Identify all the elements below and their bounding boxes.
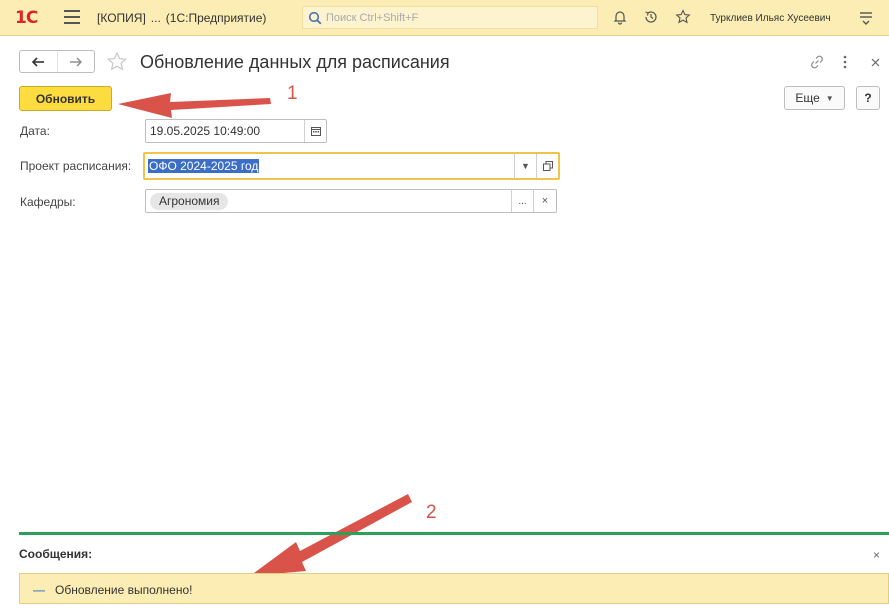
- chevron-down-icon[interactable]: ▼: [514, 154, 536, 178]
- date-label: Дата:: [20, 124, 50, 138]
- global-search[interactable]: [302, 6, 598, 29]
- star-icon[interactable]: [106, 51, 128, 73]
- more-vertical-icon[interactable]: [838, 52, 852, 72]
- bell-icon[interactable]: [612, 9, 630, 27]
- app-window: 1C [КОПИЯ]... (1С:Предприятие) Турклиев И…: [0, 0, 889, 611]
- search-icon: [308, 11, 322, 25]
- app-title: [КОПИЯ]... (1С:Предприятие): [97, 11, 266, 25]
- app-logo[interactable]: 1C: [15, 8, 38, 28]
- date-field[interactable]: 19.05.2025 10:49:00: [145, 119, 327, 143]
- logo-text: 1C: [15, 8, 38, 28]
- project-label: Проект расписания:: [20, 159, 132, 173]
- user-name[interactable]: Турклиев Ильяс Хусеевич: [710, 13, 831, 24]
- message-text: Обновление выполнено!: [55, 583, 193, 597]
- back-arrow-icon: [32, 56, 45, 67]
- title-copy: [КОПИЯ]: [97, 11, 146, 25]
- message-dash-icon: —: [33, 583, 45, 597]
- forward-arrow-icon: [69, 57, 82, 66]
- search-input[interactable]: [326, 9, 591, 26]
- back-button[interactable]: [20, 51, 57, 72]
- chevron-down-icon: ▼: [825, 93, 834, 103]
- project-field[interactable]: ОФО 2024-2025 год ▼: [143, 152, 560, 180]
- messages-divider: [19, 532, 889, 535]
- clear-button[interactable]: ×: [533, 190, 556, 212]
- title-app: (1С:Предприятие): [165, 11, 267, 25]
- navigation-buttons: [19, 50, 95, 73]
- date-value: 19.05.2025 10:49:00: [150, 124, 261, 138]
- departments-field[interactable]: Агрономия ... ×: [145, 189, 557, 213]
- more-button-label: Еще: [795, 91, 820, 105]
- more-button[interactable]: Еще ▼: [784, 86, 845, 110]
- annotation-arrow-2: [250, 494, 412, 576]
- message-item[interactable]: — Обновление выполнено!: [19, 573, 889, 604]
- history-icon[interactable]: [643, 9, 661, 27]
- open-form-icon[interactable]: [536, 154, 558, 178]
- annotation-arrow-1: [118, 93, 271, 118]
- settings-menu-icon[interactable]: [858, 10, 876, 28]
- annotation-number-1: 1: [287, 83, 298, 104]
- page-title: Обновление данных для расписания: [140, 52, 450, 72]
- annotation-arrows: [118, 93, 412, 576]
- annotation-number-2: 2: [426, 502, 437, 523]
- link-icon[interactable]: [808, 52, 826, 72]
- update-button[interactable]: Обновить: [19, 86, 112, 111]
- department-tag[interactable]: Агрономия: [150, 193, 229, 210]
- favorites-star-icon[interactable]: [675, 9, 693, 27]
- messages-close-button[interactable]: ×: [873, 548, 880, 562]
- select-button[interactable]: ...: [511, 190, 533, 212]
- calendar-icon[interactable]: [304, 120, 327, 142]
- messages-title: Сообщения:: [19, 547, 93, 561]
- top-bar: 1C [КОПИЯ]... (1С:Предприятие) Турклиев И…: [0, 0, 889, 36]
- forward-button[interactable]: [56, 51, 94, 72]
- close-icon[interactable]: [868, 52, 882, 72]
- departments-label: Кафедры:: [20, 195, 76, 209]
- title-ellipsis: ...: [150, 11, 161, 25]
- help-button[interactable]: ?: [856, 86, 880, 110]
- menu-icon[interactable]: [64, 10, 80, 26]
- project-value: ОФО 2024-2025 год: [148, 159, 260, 173]
